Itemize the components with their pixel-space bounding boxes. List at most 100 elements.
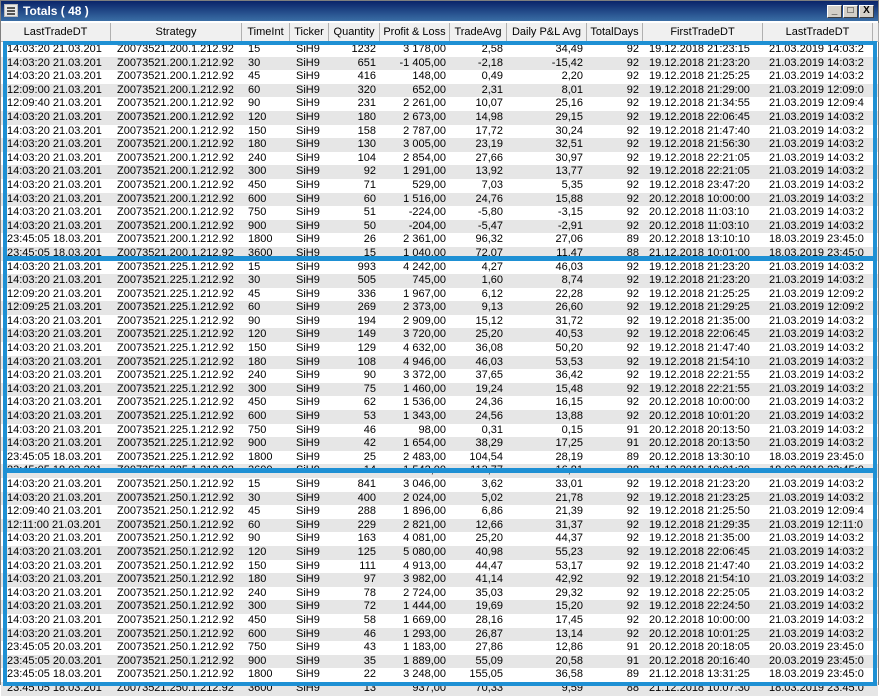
- table-row[interactable]: 14:03:20 21.03.201 Z0073521.250.1.212.92 4…: [1, 614, 878, 628]
- column-header-profit-loss[interactable]: Profit & Loss: [380, 23, 450, 42]
- cell-totaldays: 91: [626, 437, 639, 450]
- close-button[interactable]: X: [859, 5, 874, 18]
- table-row[interactable]: 14:03:20 21.03.201 Z0073521.225.1.212.92 1…: [1, 328, 878, 343]
- table-row[interactable]: 14:03:20 21.03.201 Z0073521.225.1.212.92 7…: [1, 424, 878, 438]
- table-row[interactable]: 14:03:20 21.03.201 Z0073521.200.1.212.92 1…: [1, 110, 878, 125]
- column-header-lasttradedt-2[interactable]: LastTradeDT: [763, 23, 873, 42]
- table-row[interactable]: 14:03:20 21.03.201 Z0073521.200.1.212.92 6…: [1, 192, 878, 207]
- column-header-ticker[interactable]: Ticker: [290, 23, 329, 42]
- table-row[interactable]: 14:03:20 21.03.201 Z0073521.250.1.212.92 1…: [1, 560, 878, 574]
- table-row[interactable]: 14:03:20 21.03.201 Z0073521.200.1.212.92 3…: [1, 165, 878, 179]
- cell-profit-loss: 4 946,00: [403, 355, 446, 368]
- column-header-firsttradedt[interactable]: FirstTradeDT: [643, 23, 763, 42]
- table-row[interactable]: 14:03:20 21.03.201 Z0073521.200.1.212.92 9…: [1, 219, 878, 234]
- table-row[interactable]: 14:03:20 21.03.201 Z0073521.225.1.212.92 2…: [1, 369, 878, 383]
- table-row[interactable]: 23:45:05 18.03.201 Z0073521.250.1.212.92 3…: [1, 681, 878, 696]
- table-row[interactable]: 14:03:20 21.03.201 Z0073521.250.1.212.92 1…: [1, 573, 878, 587]
- cell-profit-loss: 1 536,00: [403, 396, 446, 409]
- minimize-button[interactable]: _: [827, 5, 842, 18]
- cell-profit-loss: 2 483,00: [403, 450, 446, 463]
- table-row[interactable]: 14:03:20 21.03.201 Z0073521.225.1.212.92 3…: [1, 274, 878, 288]
- table-row[interactable]: 23:45:05 18.03.201 Z0073521.200.1.212.92 3…: [1, 246, 878, 261]
- table-row[interactable]: 14:03:20 21.03.201 Z0073521.200.1.212.92 4…: [1, 70, 878, 84]
- column-header-tradeavg[interactable]: TradeAvg: [450, 23, 507, 42]
- cell-lasttradedt-2: 21.03.2019 14:03:2: [769, 70, 864, 83]
- cell-timeint: 900: [248, 437, 267, 450]
- table-row[interactable]: 14:03:20 21.03.201 Z0073521.250.1.212.92 3…: [1, 600, 878, 614]
- table-row[interactable]: 14:03:20 21.03.201 Z0073521.200.1.212.92 1…: [1, 138, 878, 152]
- column-header-lasttradedt[interactable]: LastTradeDT: [1, 23, 111, 42]
- column-header-totaldays[interactable]: TotalDays: [587, 23, 643, 42]
- table-row[interactable]: 23:45:05 18.03.201 Z0073521.225.1.212.92 1…: [1, 451, 878, 465]
- column-header-daily-pl-avg[interactable]: Daily P&L Avg: [507, 23, 587, 42]
- cell-profit-loss: 4 913,00: [403, 559, 446, 572]
- table-row[interactable]: 23:45:05 18.03.201 Z0073521.200.1.212.92 1…: [1, 233, 878, 247]
- table-row[interactable]: 14:03:20 21.03.201 Z0073521.200.1.212.92 4…: [1, 179, 878, 193]
- cell-quantity: 53: [363, 410, 376, 423]
- table-row[interactable]: 14:03:20 21.03.201 Z0073521.225.1.212.92 6…: [1, 410, 878, 424]
- table-row[interactable]: 14:03:20 21.03.201 Z0073521.250.1.212.92 3…: [1, 491, 878, 506]
- table-row[interactable]: 14:03:20 21.03.201 Z0073521.225.1.212.92 9…: [1, 315, 878, 329]
- table-row[interactable]: 14:03:20 21.03.201 Z0073521.200.1.212.92 1…: [1, 125, 878, 139]
- cell-ticker: SiH9: [296, 165, 320, 178]
- cell-profit-loss: 3 982,00: [403, 573, 446, 586]
- table-row[interactable]: 14:03:20 21.03.201 Z0073521.250.1.212.92 9…: [1, 532, 878, 546]
- table-row[interactable]: 14:03:20 21.03.201 Z0073521.225.1.212.92 1…: [1, 261, 878, 275]
- cell-timeint: 150: [248, 342, 267, 355]
- table-row[interactable]: 14:03:20 21.03.201 Z0073521.250.1.212.92 1…: [1, 545, 878, 560]
- table-row[interactable]: 14:03:20 21.03.201 Z0073521.250.1.212.92 6…: [1, 627, 878, 642]
- column-header-timeint[interactable]: TimeInt: [242, 23, 290, 42]
- table-row[interactable]: 23:45:05 18.03.201 Z0073521.250.1.212.92 1…: [1, 668, 878, 682]
- table-row[interactable]: 14:03:20 21.03.201 Z0073521.200.1.212.92 1…: [1, 43, 878, 57]
- table-row[interactable]: 14:03:20 21.03.201 Z0073521.250.1.212.92 1…: [1, 478, 878, 492]
- cell-tradeavg: 26,87: [475, 627, 503, 640]
- table-row[interactable]: 14:03:20 21.03.201 Z0073521.225.1.212.92 4…: [1, 396, 878, 410]
- cell-totaldays: 92: [626, 369, 639, 382]
- table-row[interactable]: 14:03:20 21.03.201 Z0073521.200.1.212.92 3…: [1, 56, 878, 71]
- table-row[interactable]: 12:09:40 21.03.201 Z0073521.250.1.212.92 4…: [1, 505, 878, 519]
- maximize-button[interactable]: □: [843, 5, 858, 18]
- cell-strategy: Z0073521.200.1.212.92: [117, 110, 234, 123]
- cell-lasttradedt-2: 21.03.2019 14:03:2: [769, 382, 864, 395]
- cell-daily-pl-avg: 8,74: [561, 274, 583, 287]
- cell-profit-loss: 2 787,00: [403, 124, 446, 137]
- cell-timeint: 240: [248, 151, 267, 164]
- cell-timeint: 120: [248, 545, 267, 558]
- table-row[interactable]: 14:03:20 21.03.201 Z0073521.200.1.212.92 7…: [1, 206, 878, 220]
- table-row[interactable]: 14:03:20 21.03.201 Z0073521.250.1.212.92 2…: [1, 587, 878, 601]
- cell-lasttradedt-2: 21.03.2019 14:03:2: [769, 396, 864, 409]
- cell-totaldays: 92: [626, 274, 639, 287]
- table-row[interactable]: 14:03:20 21.03.201 Z0073521.225.1.212.92 3…: [1, 382, 878, 397]
- table-row[interactable]: 14:03:20 21.03.201 Z0073521.225.1.212.92 9…: [1, 437, 878, 451]
- cell-lasttradedt: 12:11:00 21.03.201: [7, 518, 101, 531]
- cell-strategy: Z0073521.225.1.212.92: [117, 464, 234, 477]
- table-row[interactable]: 12:09:40 21.03.201 Z0073521.200.1.212.92 9…: [1, 97, 878, 111]
- cell-firsttradedt: 20.12.2018 13:10:10: [649, 233, 750, 246]
- cell-tradeavg: 0,31: [481, 423, 503, 436]
- column-header-quantity[interactable]: Quantity: [329, 23, 380, 42]
- cell-totaldays: 92: [626, 478, 639, 490]
- cell-strategy: Z0073521.250.1.212.92: [117, 586, 234, 599]
- cell-ticker: SiH9: [296, 43, 320, 55]
- cell-lasttradedt-2: 21.03.2019 14:03:2: [769, 627, 864, 640]
- cell-quantity: 104: [357, 151, 376, 164]
- table-row[interactable]: 12:09:20 21.03.201 Z0073521.225.1.212.92 4…: [1, 288, 878, 302]
- cell-strategy: Z0073521.250.1.212.92: [117, 627, 234, 640]
- cell-strategy: Z0073521.225.1.212.92: [117, 274, 234, 287]
- column-header-strategy[interactable]: Strategy: [111, 23, 242, 42]
- cell-lasttradedt-2: 21.03.2019 14:03:2: [769, 328, 864, 341]
- table-row[interactable]: 23:45:05 18.03.201 Z0073521.225.1.212.92 3…: [1, 464, 878, 478]
- cell-profit-loss: 2 673,00: [403, 110, 446, 123]
- table-row[interactable]: 23:45:05 20.03.201 Z0073521.250.1.212.92 7…: [1, 641, 878, 655]
- table-row[interactable]: 12:09:25 21.03.201 Z0073521.225.1.212.92 6…: [1, 301, 878, 315]
- table-row[interactable]: 12:11:00 21.03.201 Z0073521.250.1.212.92 6…: [1, 518, 878, 533]
- table-row[interactable]: 14:03:20 21.03.201 Z0073521.225.1.212.92 1…: [1, 355, 878, 370]
- table-row[interactable]: 14:03:20 21.03.201 Z0073521.200.1.212.92 2…: [1, 152, 878, 166]
- table-row[interactable]: 14:03:20 21.03.201 Z0073521.225.1.212.92 1…: [1, 342, 878, 356]
- cell-totaldays: 91: [626, 654, 639, 667]
- cell-timeint: 60: [248, 83, 261, 96]
- title-bar[interactable]: Totals ( 48 ) _ □ X: [1, 1, 878, 21]
- table-row[interactable]: 12:09:00 21.03.201 Z0073521.200.1.212.92 6…: [1, 83, 878, 98]
- table-row[interactable]: 23:45:05 20.03.201 Z0073521.250.1.212.92 9…: [1, 654, 878, 669]
- cell-strategy: Z0073521.200.1.212.92: [117, 165, 234, 178]
